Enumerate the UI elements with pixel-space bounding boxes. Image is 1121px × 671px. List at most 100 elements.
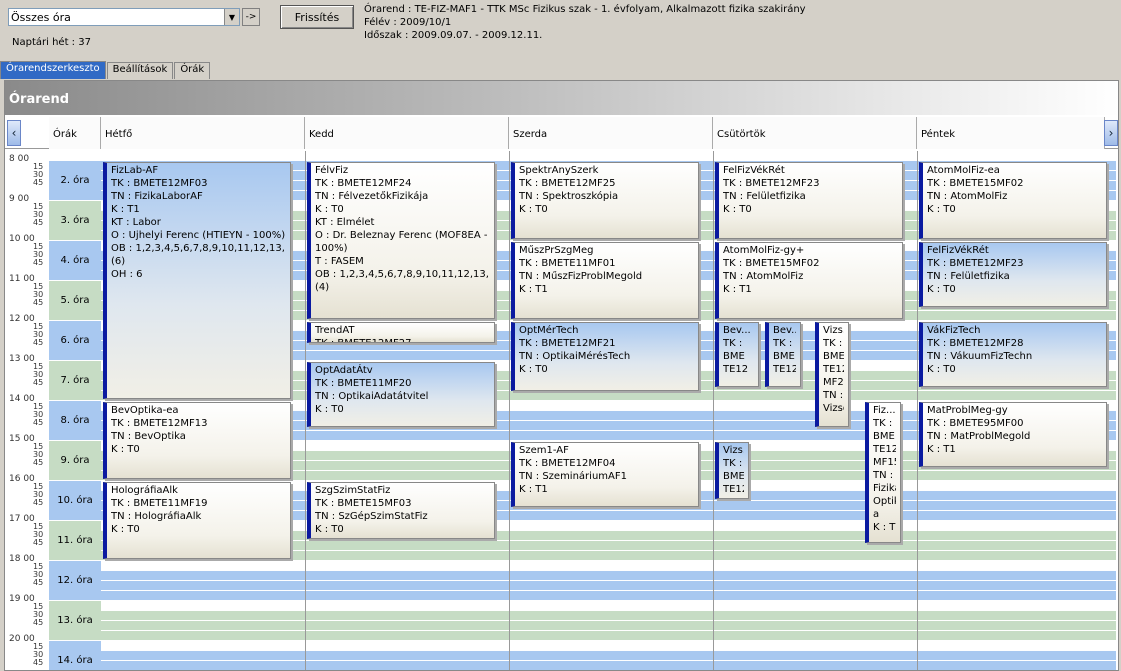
timetable-panel: Órarend ‹ Órák Hétfő Kedd Szerda Csütört…: [4, 80, 1119, 671]
course-event[interactable]: BevOptika-ea TK : BMETE12MF13 TN : BevOpti…: [103, 402, 291, 479]
hour-label: 12 00 15 30 45: [9, 315, 49, 347]
course-event[interactable]: HolográfiaAlk TK : BMETE11MF19 TN : Hologr…: [103, 482, 291, 559]
course-event[interactable]: Bev... TK : BME TE12: [715, 322, 759, 387]
quarter-label: 45: [33, 618, 44, 627]
refresh-button[interactable]: Frissítés: [280, 5, 354, 29]
course-code: FelFizVékRét: [723, 165, 785, 176]
tab-settings[interactable]: Beállítások: [106, 62, 174, 79]
course-event[interactable]: FelFizVékRét TK : BMETE12MF23 TN : Felület…: [919, 242, 1107, 307]
slot-band[interactable]: [101, 631, 1116, 640]
slot-band[interactable]: [101, 661, 1116, 670]
course-detail: TN : SzemináriumAF1: [519, 471, 627, 482]
time-row: 18 00 15 30 45 12. óra: [5, 555, 1118, 601]
slot-band[interactable]: [101, 641, 1116, 650]
course-detail: TN : FizikaLaborAF: [111, 191, 203, 202]
quarter-label: 15: [33, 202, 44, 211]
course-detail: TK : BMETE11MF19: [111, 498, 208, 509]
course-code: BevOptika-ea: [111, 405, 179, 416]
course-detail: (4): [315, 282, 330, 293]
slot-band[interactable]: [101, 581, 1116, 590]
course-detail: TE12: [773, 364, 796, 375]
slot-band[interactable]: [101, 601, 1116, 610]
slot-label: 9. óra: [49, 441, 101, 481]
course-detail: (6): [111, 256, 126, 267]
tab-hours[interactable]: Órák: [174, 62, 211, 79]
course-detail: TK : BMETE11MF20: [315, 378, 412, 389]
course-detail: TN :: [823, 390, 844, 401]
course-detail: Vizsg: [823, 403, 844, 414]
course-event[interactable]: Fiz... TK : BME TE12 MF15 TN : Fizikai Optik a K …: [865, 402, 901, 543]
course-event[interactable]: TrendATTK : BMETE12MF27: [307, 322, 495, 343]
course-code: MatProblMeg-gy: [927, 405, 1008, 416]
course-event[interactable]: MűszPrSzgMeg TK : BMETE11MF01 TN : MűszFiz…: [511, 242, 699, 319]
course-detail: MF15: [873, 457, 896, 468]
course-detail: TK : BMETE12MF25: [519, 178, 616, 189]
go-button[interactable]: ->: [242, 8, 260, 26]
hour-text: 14 00: [9, 394, 35, 404]
slot-label: 4. óra: [49, 241, 101, 281]
course-detail: TN : FélvezetőkFizikája: [315, 191, 429, 202]
course-event[interactable]: Szem1-AF TK : BMETE12MF04 TN : Szeminárium…: [511, 442, 699, 507]
header-day-wednesday: Szerda: [509, 117, 713, 149]
slot-band[interactable]: [101, 591, 1116, 600]
slot-band[interactable]: [101, 651, 1116, 660]
course-event[interactable]: VákFizTech TK : BMETE12MF28 TN : VákuumFiz…: [919, 322, 1107, 387]
quarter-label: 45: [33, 378, 44, 387]
quarter-label: 45: [33, 658, 44, 667]
slot-band[interactable]: [101, 621, 1116, 630]
prev-arrow-icon[interactable]: ‹: [7, 120, 21, 146]
course-detail: OH : 6: [111, 269, 143, 280]
quarter-label: 45: [33, 258, 44, 267]
course-event[interactable]: Bev... TK : BME TE12: [765, 322, 801, 387]
course-detail: K : T0: [315, 404, 344, 415]
course-event[interactable]: SpektrAnySzerk TK : BMETE12MF25 TN : Spekt…: [511, 162, 699, 239]
quarter-label: 15: [33, 522, 44, 531]
course-detail: TN : OptikaiAdatátvitel: [315, 391, 429, 402]
course-event[interactable]: Vizs... TK : BME TE12: [715, 442, 749, 499]
course-code: Vizs...: [823, 325, 844, 336]
course-detail: K : T1: [519, 284, 548, 295]
course-code: HolográfiaAlk: [111, 485, 178, 496]
course-detail: TK : BMETE15MF02: [927, 178, 1024, 189]
course-event[interactable]: MatProblMeg-gy TK : BMETE95MF00 TN : MatPr…: [919, 402, 1107, 467]
course-detail: TN : AtomMolFiz: [723, 271, 804, 282]
slot-band[interactable]: [101, 571, 1116, 580]
tab-editor[interactable]: Órarendszerkeszto: [0, 61, 106, 79]
hour-label: 8 00 15 30 45: [9, 155, 49, 187]
course-event[interactable]: AtomMolFiz-gy+ TK : BMETE15MF02 TN : AtomM…: [715, 242, 903, 319]
slot-label: 10. óra: [49, 481, 101, 521]
course-code: AtomMolFiz-ea: [927, 165, 1000, 176]
next-arrow-icon[interactable]: ›: [1104, 120, 1118, 146]
hour-text: 11 00: [9, 274, 35, 284]
course-detail: TN : VákuumFizTechn: [927, 351, 1033, 362]
course-event[interactable]: OptMérTech TK : BMETE12MF21 TN : OptikaiMé…: [511, 322, 699, 391]
course-event[interactable]: SzgSzimStatFiz TK : BMETE15MF03 TN : SzGép…: [307, 482, 495, 539]
slot-band[interactable]: [101, 611, 1116, 620]
course-detail: K : T0: [927, 204, 956, 215]
course-detail: TK : BMETE11MF01: [519, 258, 616, 269]
hour-label: 13 00 15 30 45: [9, 355, 49, 387]
quarter-label: 30: [33, 490, 44, 499]
slot-band[interactable]: [101, 561, 1116, 570]
course-detail: TK :: [723, 338, 743, 349]
course-detail: TK : BMETE15MF02: [723, 258, 820, 269]
course-event[interactable]: OptAdatÁtv TK : BMETE11MF20 TN : OptikaiAd…: [307, 362, 495, 427]
course-detail: TK : BMETE12MF04: [519, 458, 616, 469]
course-event[interactable]: FizLab-AF TK : BMETE12MF03 TN : FizikaLabo…: [103, 162, 291, 399]
course-detail: BME: [823, 351, 844, 362]
course-code: MűszPrSzgMeg: [519, 245, 594, 256]
course-detail: TK :: [873, 418, 893, 429]
course-event[interactable]: AtomMolFiz-ea TK : BMETE15MF02 TN : AtomMo…: [919, 162, 1107, 239]
hour-text: 20 00: [9, 634, 35, 644]
day-separator: [305, 151, 306, 670]
course-detail: TK : BMETE12MF21: [519, 338, 616, 349]
slot-label: 5. óra: [49, 281, 101, 321]
course-detail: TN : Felületfizika: [723, 191, 806, 202]
course-event[interactable]: FélvFiz TK : BMETE12MF24 TN : FélvezetőkFi…: [307, 162, 495, 319]
header-slot: Órák: [49, 117, 101, 149]
course-event[interactable]: Vizs... TK : BME TE12 MF29 TN : Vizsg: [815, 322, 849, 427]
chevron-down-icon[interactable]: ▼: [224, 9, 239, 25]
quarter-label: 45: [33, 538, 44, 547]
hour-filter-select[interactable]: Összes óra ▼: [8, 8, 240, 26]
course-event[interactable]: FelFizVékRét TK : BMETE12MF23 TN : Felület…: [715, 162, 903, 239]
